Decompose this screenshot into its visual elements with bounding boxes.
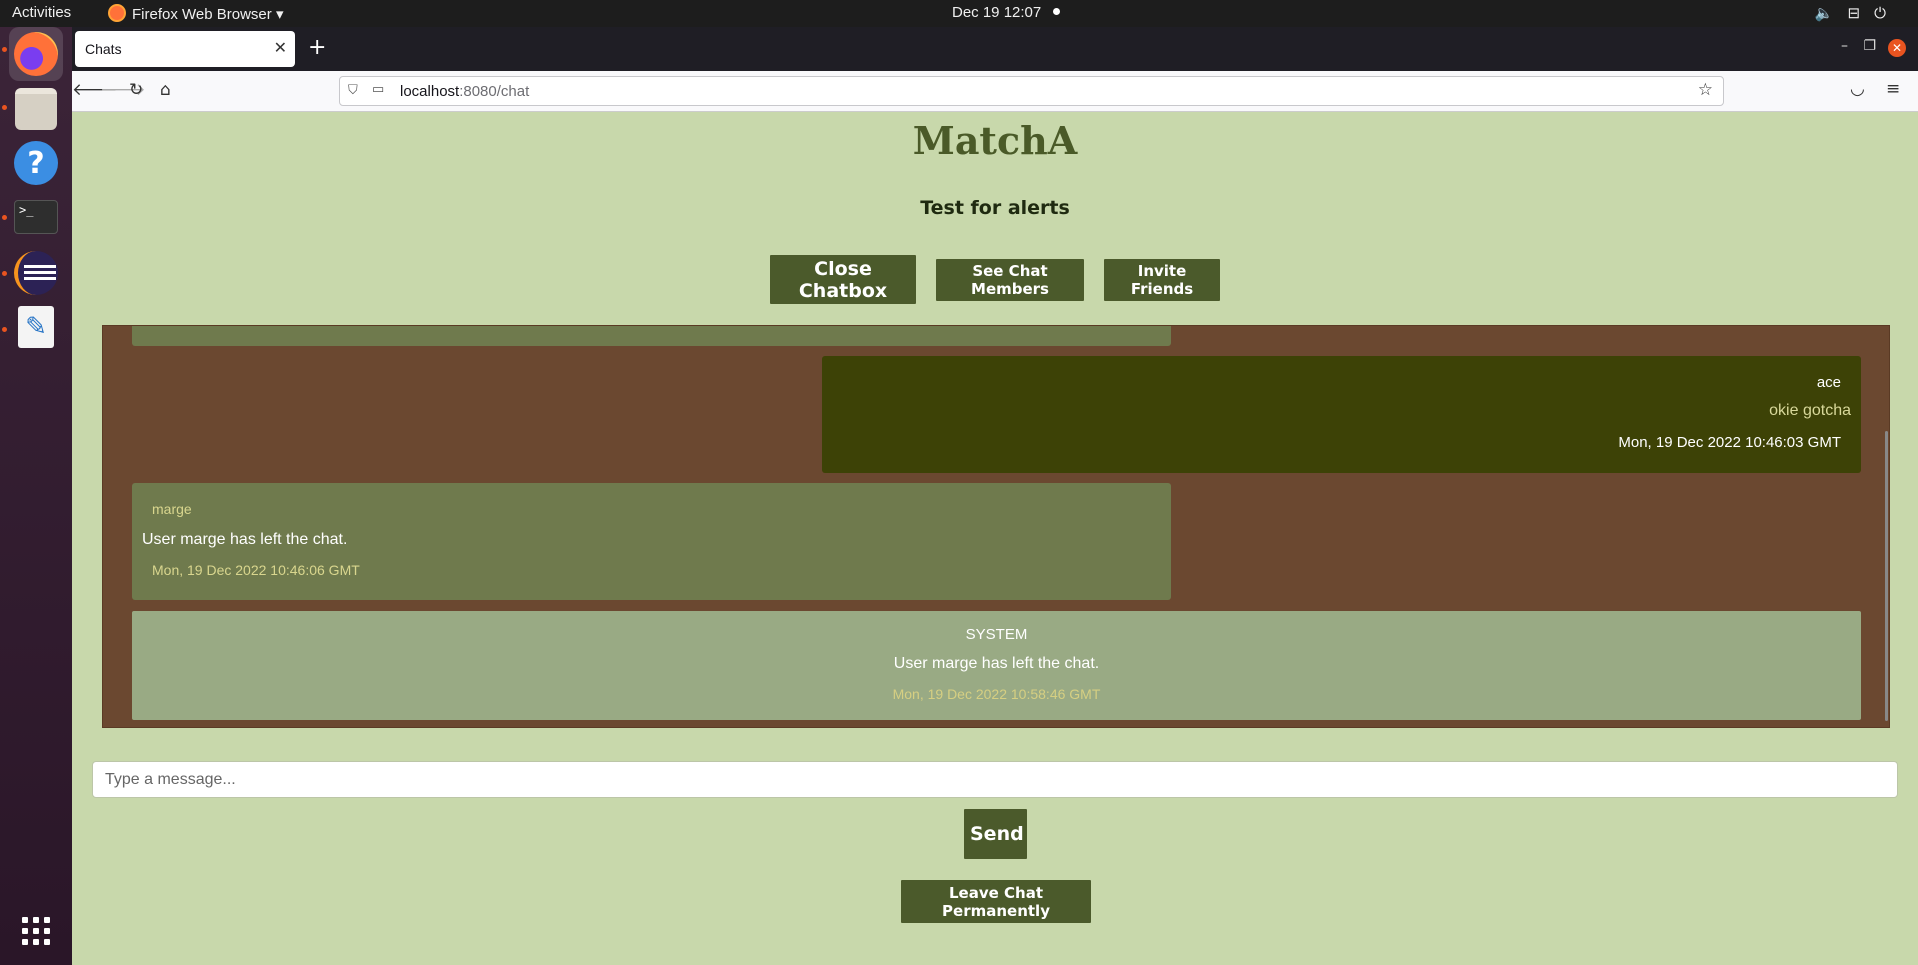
page-content: MatchA Test for alerts Close Chatbox See… bbox=[72, 112, 1918, 965]
dock-help[interactable]: ? bbox=[9, 136, 63, 190]
shield-icon[interactable]: ⛉ bbox=[348, 82, 358, 98]
clock-label: Dec 19 12:07 bbox=[952, 4, 1042, 21]
activities-button[interactable]: Activities bbox=[12, 4, 71, 21]
notification-dot-icon bbox=[1053, 8, 1061, 15]
browser-nav-bar: 🡐 🡒 ↻ ⌂ ⛉ ▭ localhost:8080/chat ☆ ◡ ≡ bbox=[72, 71, 1918, 112]
running-indicator bbox=[2, 47, 7, 52]
restore-icon[interactable]: ❐ bbox=[1863, 38, 1876, 54]
firefox-small-icon bbox=[108, 4, 126, 22]
see-chat-members-button[interactable]: See Chat Members bbox=[936, 259, 1084, 301]
running-indicator bbox=[2, 105, 7, 110]
url-bar[interactable]: ⛉ ▭ localhost:8080/chat ☆ bbox=[339, 76, 1724, 106]
browser-tab-bar: Chats ✕ + – ❐ ✕ bbox=[72, 27, 1918, 71]
message-sender: marge bbox=[152, 501, 192, 517]
apps-grid-icon bbox=[22, 917, 50, 945]
message-timestamp: Mon, 19 Dec 2022 10:46:03 GMT bbox=[1618, 434, 1841, 451]
firefox-icon bbox=[14, 32, 58, 76]
running-indicator bbox=[2, 327, 7, 332]
text-editor-icon: ✎ bbox=[18, 306, 54, 348]
pocket-icon[interactable]: ◡ bbox=[1850, 79, 1865, 99]
network-icon: ⊟ bbox=[1847, 5, 1875, 22]
files-icon bbox=[15, 88, 57, 130]
hamburger-menu-icon[interactable]: ≡ bbox=[1886, 79, 1900, 99]
help-icon: ? bbox=[14, 141, 58, 185]
terminal-icon: >_ bbox=[14, 200, 58, 234]
chevron-down-icon: ▾ bbox=[275, 6, 284, 23]
message-sender: ace bbox=[1816, 374, 1841, 391]
leave-chat-button[interactable]: Leave Chat Permanently bbox=[901, 880, 1091, 923]
home-icon[interactable]: ⌂ bbox=[160, 80, 171, 100]
message-sender: SYSTEM bbox=[965, 626, 1028, 643]
dock-eclipse[interactable] bbox=[9, 246, 63, 300]
bookmark-star-icon[interactable]: ☆ bbox=[1698, 80, 1713, 100]
message-bubble-own: ace okie gotcha Mon, 19 Dec 2022 10:46:0… bbox=[822, 356, 1861, 473]
message-bubble-system: SYSTEM User marge has left the chat. Mon… bbox=[132, 611, 1861, 720]
dock-terminal[interactable]: >_ bbox=[9, 190, 63, 244]
message-text: okie gotcha bbox=[1769, 402, 1851, 419]
app-menu[interactable]: Firefox Web Browser ▾ bbox=[108, 4, 283, 23]
message-text: User marge has left the chat. bbox=[142, 531, 348, 548]
system-tray[interactable]: 🔈⊟⏻ bbox=[1815, 4, 1900, 22]
eclipse-icon bbox=[14, 251, 58, 295]
message-bubble-other: marge User marge has left the chat. Mon,… bbox=[132, 483, 1171, 600]
chat-scrollbar[interactable] bbox=[1885, 431, 1888, 721]
window-close-icon[interactable]: ✕ bbox=[1888, 39, 1906, 57]
send-button[interactable]: Send bbox=[964, 809, 1027, 859]
system-top-bar: Activities Firefox Web Browser ▾ Dec 19 … bbox=[0, 0, 1918, 27]
show-apps-button[interactable] bbox=[9, 904, 63, 958]
dock-files[interactable] bbox=[9, 82, 63, 136]
volume-icon: 🔈 bbox=[1814, 5, 1848, 22]
running-indicator bbox=[2, 215, 7, 220]
app-title: MatchA bbox=[912, 118, 1078, 163]
chat-title: Test for alerts bbox=[920, 197, 1070, 219]
power-icon: ⏻ bbox=[1874, 5, 1900, 22]
invite-friends-button[interactable]: Invite Friends bbox=[1104, 259, 1220, 301]
minimize-icon[interactable]: – bbox=[1841, 38, 1848, 54]
url-text: localhost:8080/chat bbox=[400, 83, 529, 100]
dock: ? >_ ✎ bbox=[0, 27, 72, 965]
tab-title: Chats bbox=[85, 41, 122, 57]
message-timestamp: Mon, 19 Dec 2022 10:58:46 GMT bbox=[892, 686, 1101, 702]
dock-firefox[interactable] bbox=[9, 27, 63, 81]
reload-icon[interactable]: ↻ bbox=[129, 80, 143, 100]
dock-text-editor[interactable]: ✎ bbox=[9, 300, 63, 354]
message-text: User marge has left the chat. bbox=[893, 655, 1100, 672]
new-tab-button[interactable]: + bbox=[308, 35, 326, 60]
chat-messages-box[interactable]: ace okie gotcha Mon, 19 Dec 2022 10:46:0… bbox=[102, 325, 1890, 728]
page-info-icon[interactable]: ▭ bbox=[372, 81, 384, 97]
message-timestamp: Mon, 19 Dec 2022 10:46:06 GMT bbox=[152, 562, 360, 578]
message-bubble-partial bbox=[132, 326, 1171, 346]
app-menu-label: Firefox Web Browser bbox=[132, 6, 272, 23]
browser-tab[interactable]: Chats ✕ bbox=[75, 31, 295, 67]
close-chatbox-button[interactable]: Close Chatbox bbox=[770, 255, 916, 304]
url-path: :8080/chat bbox=[459, 83, 530, 100]
close-tab-icon[interactable]: ✕ bbox=[274, 38, 287, 58]
clock[interactable]: Dec 19 12:07 bbox=[952, 4, 1061, 21]
running-indicator bbox=[2, 271, 7, 276]
message-input[interactable] bbox=[92, 761, 1898, 798]
url-host: localhost bbox=[400, 83, 460, 100]
